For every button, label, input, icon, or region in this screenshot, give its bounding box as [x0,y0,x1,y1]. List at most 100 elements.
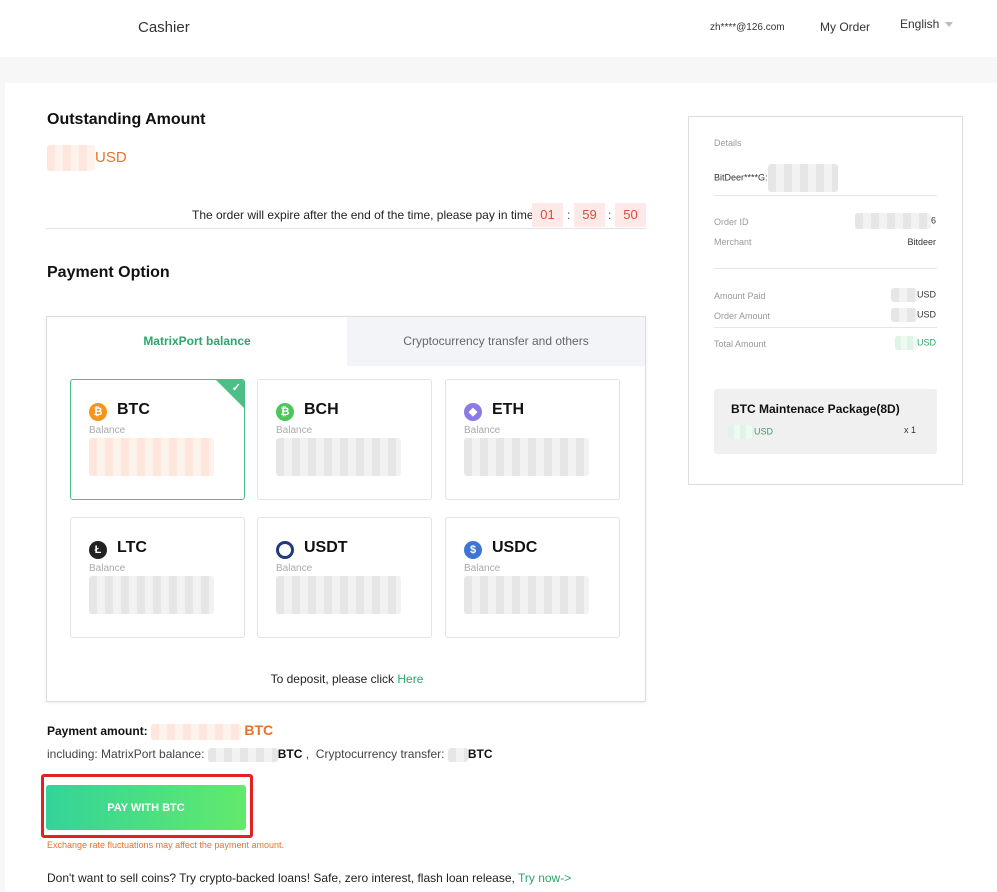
btc-icon: ₿ [89,403,107,421]
coin-symbol: USDT [304,539,348,556]
package-quantity: x 1 [903,425,916,435]
pay-with-btc-button[interactable]: PAY WITH BTC [46,785,246,830]
order-id-label: Order ID [714,217,749,227]
deposit-text: To deposit, please click Here [47,672,647,686]
coin-card-usdc[interactable]: $ USDC Balance [445,517,620,638]
crypto-transfer-label: Cryptocurrency transfer: [315,747,445,761]
coin-symbol: USDC [492,539,538,556]
timer-separator: : [567,208,571,222]
outstanding-amount-value: USD [47,145,127,171]
amount-paid-label: Amount Paid [714,291,766,301]
my-order-link[interactable]: My Order [820,20,870,34]
deposit-here-link[interactable]: Here [397,672,423,686]
total-amount-value: USD [894,336,936,350]
outstanding-amount-title: Outstanding Amount [47,111,206,128]
deposit-prefix: To deposit, please click [270,672,395,686]
top-bar: Cashier zh****@126.com My Order English [0,0,997,57]
divider [714,195,937,196]
balance-currency: BTC [277,747,303,761]
coin-balance-label: Balance [89,563,126,574]
coin-card-btc[interactable]: ₿ BTC Balance ✓ [70,379,245,500]
coin-symbol: BCH [304,401,339,418]
usdc-icon: $ [464,541,482,559]
order-amount-label: Order Amount [714,311,771,321]
redacted-amount-paid [890,288,917,302]
payment-amount-currency: BTC [244,722,274,738]
including-label: including: MatrixPort balance: [47,747,205,761]
timer-minutes: 59 [574,203,605,227]
order-id-end: 6 [930,215,936,226]
total-amount-label: Total Amount [714,339,767,349]
crypto-currency: BTC [467,747,493,761]
language-selector[interactable]: English [900,17,954,31]
redacted-order-amount [890,308,917,322]
amount-paid-value: USD [890,288,936,302]
total-amount-currency: USD [916,337,936,348]
details-title: Details [714,138,742,148]
coin-balance-label: Balance [464,425,501,436]
try-now-link[interactable]: Try now-> [518,871,571,885]
coin-balance-label: Balance [276,563,313,574]
check-icon: ✓ [231,382,241,394]
tab-crypto-transfer[interactable]: Cryptocurrency transfer and others [347,317,645,366]
details-account: BitDeer****G: [714,164,838,192]
bch-icon: ₿ [276,403,294,421]
tab-matrixport-balance[interactable]: MatrixPort balance [47,317,347,366]
user-email: zh****@126.com [710,22,785,33]
eth-icon: ◆ [464,403,482,421]
divider [714,327,937,328]
coin-balance-label: Balance [276,425,313,436]
order-amount-currency: USD [916,309,936,320]
redacted-amount [47,145,95,171]
loan-text: Don't want to sell coins? Try crypto-bac… [47,871,515,885]
package-card: BTC Maintenace Package(8D) USD x 1 [714,389,937,454]
page-title: Cashier [138,19,190,36]
redacted-package-price [728,425,754,439]
timer-hours: 01 [532,203,563,227]
payment-amount: Payment amount: BTC [47,722,273,740]
package-name: BTC Maintenace Package(8D) [731,402,900,416]
coin-symbol: LTC [117,539,147,556]
payment-breakdown: including: MatrixPort balance: BTC , Cry… [47,747,493,762]
redacted-balance [276,438,401,476]
payment-option-title: Payment Option [47,264,170,281]
redacted-balance [89,438,214,476]
payment-option-box: MatrixPort balance Cryptocurrency transf… [46,316,646,702]
order-id-value: 6 [854,213,936,229]
coin-balance-label: Balance [89,425,126,436]
details-panel: Details BitDeer****G: Order ID 6 Merchan… [688,116,963,485]
coin-symbol: ETH [492,401,524,418]
redacted-balance [464,576,589,614]
divider [46,228,646,229]
redacted-total-amount [894,336,917,350]
package-price: USD [728,425,773,439]
coin-card-eth[interactable]: ◆ ETH Balance [445,379,620,500]
account-name: BitDeer****G: [714,172,768,183]
language-label: English [900,17,940,31]
coin-card-bch[interactable]: ₿ BCH Balance [257,379,432,500]
coin-balance-label: Balance [464,563,501,574]
merchant-value: Bitdeer [907,237,936,247]
expire-notice: The order will expire after the end of t… [192,208,534,222]
merchant-label: Merchant [714,237,752,247]
redacted-balance [89,576,214,614]
ltc-icon: Ł [89,541,107,559]
package-currency: USD [754,426,774,437]
timer-seconds: 50 [615,203,646,227]
coin-symbol: BTC [117,401,150,418]
timer-separator: : [608,208,612,222]
exchange-rate-warning: Exchange rate fluctuations may affect th… [47,840,284,850]
outstanding-currency: USD [95,148,127,166]
redacted-order-id [854,213,931,229]
order-amount-value: USD [890,308,936,322]
loan-promo: Don't want to sell coins? Try crypto-bac… [47,871,571,885]
redacted-balance [464,438,589,476]
amount-paid-currency: USD [916,289,936,300]
redacted-crypto-amount [447,747,468,762]
divider [714,268,937,269]
coin-card-usdt[interactable]: USDT Balance [257,517,432,638]
redacted-balance-amount [207,747,278,762]
redacted-account [767,164,838,192]
coin-card-ltc[interactable]: Ł LTC Balance [70,517,245,638]
redacted-payment-amount [151,723,242,740]
